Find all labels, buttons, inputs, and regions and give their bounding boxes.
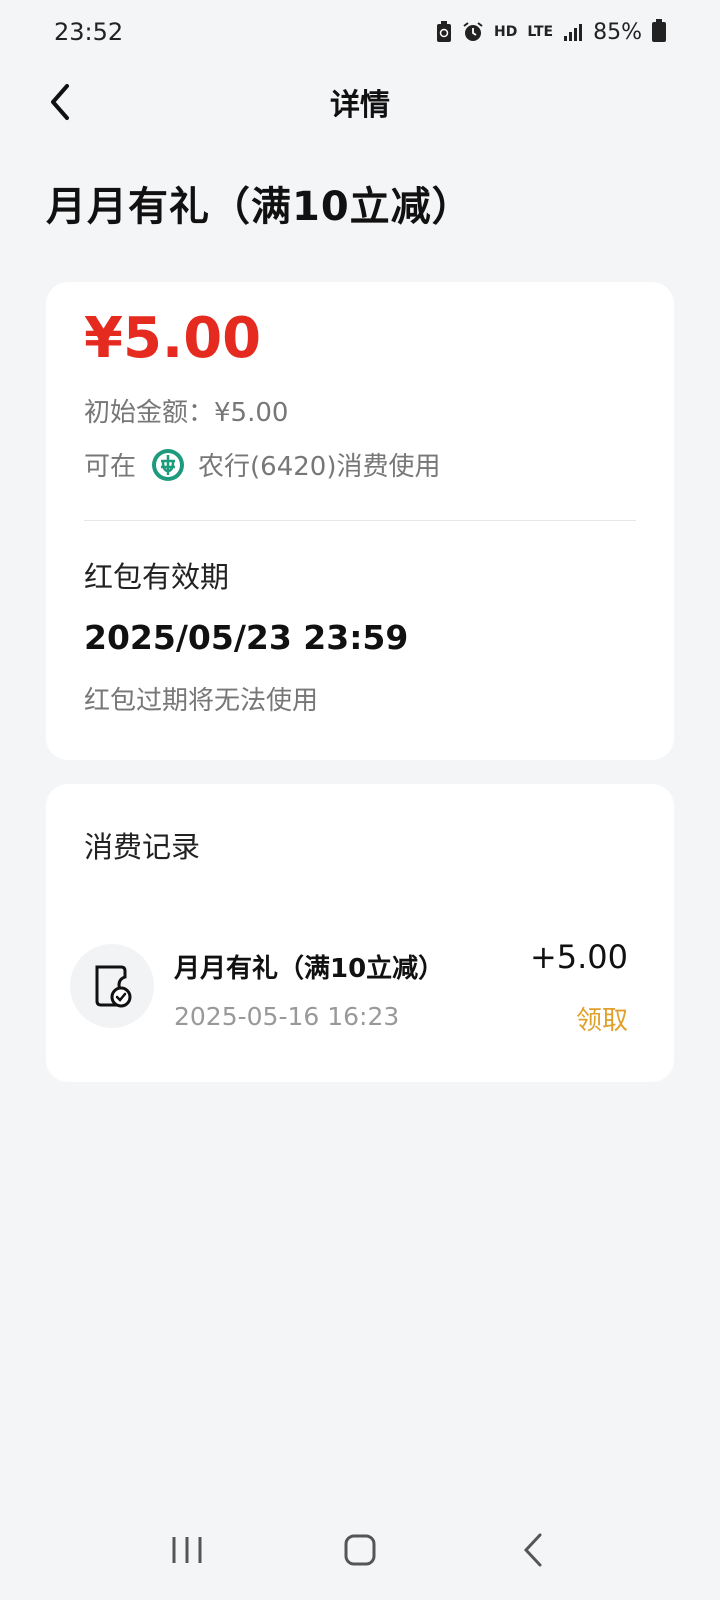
- abc-bank-logo-icon: [150, 447, 186, 483]
- signal-icon: [563, 22, 583, 42]
- home-button[interactable]: [330, 1520, 390, 1580]
- remaining-amount: ¥5.00: [84, 306, 262, 371]
- page-title: 月月有礼（满10立减）: [46, 184, 473, 230]
- status-bar: 23:52 HD LTE 85%: [0, 0, 720, 64]
- validity-note: 红包过期将无法使用: [84, 686, 319, 716]
- validity-date: 2025/05/23 23:59: [84, 618, 409, 657]
- summary-card: ¥5.00 初始金额：¥5.00 可在 农行(6420)消费使用 红包有效期 2…: [46, 282, 674, 760]
- recent-apps-button[interactable]: [157, 1520, 217, 1580]
- records-card: 消费记录 月月有礼（满10立减） 2025-05-16 16:23 +5.00 …: [46, 784, 674, 1082]
- record-amount: +5.00: [529, 938, 628, 976]
- system-back-button[interactable]: [503, 1520, 563, 1580]
- validity-label: 红包有效期: [84, 560, 230, 594]
- back-button[interactable]: [40, 82, 80, 122]
- header: 详情: [0, 70, 720, 134]
- recycle-battery-icon: [436, 21, 452, 43]
- detail-screen: 23:52 HD LTE 85% 详情 月月有礼（满10立减） ¥5.00 初始…: [0, 0, 720, 1600]
- usable-bank: 农行(6420)消费使用: [198, 452, 441, 482]
- chevron-left-icon: [51, 84, 69, 120]
- record-time: 2025-05-16 16:23: [174, 1002, 400, 1031]
- hd-indicator: HD: [494, 24, 518, 40]
- record-status: 领取: [575, 1006, 628, 1036]
- records-title: 消费记录: [84, 830, 201, 864]
- coupon-check-icon: [70, 944, 154, 1028]
- home-icon: [344, 1534, 376, 1566]
- status-time: 23:52: [54, 18, 124, 46]
- battery-percent: 85%: [593, 19, 642, 45]
- system-nav-bar: [0, 1500, 720, 1600]
- header-title: 详情: [330, 88, 390, 123]
- initial-amount: 初始金额：¥5.00: [84, 398, 289, 428]
- battery-icon: [652, 19, 666, 42]
- divider: [84, 520, 636, 521]
- usable-prefix: 可在: [84, 452, 137, 482]
- usable-bank-row: 可在 农行(6420)消费使用: [84, 446, 440, 483]
- alarm-icon: [462, 21, 484, 43]
- recent-apps-icon: [172, 1537, 202, 1563]
- status-icons: HD LTE 85%: [436, 19, 666, 45]
- record-item[interactable]: 月月有礼（满10立减） 2025-05-16 16:23 +5.00 领取: [70, 934, 628, 1036]
- back-arrow-icon: [524, 1533, 542, 1567]
- lte-indicator: LTE: [527, 24, 554, 40]
- record-name: 月月有礼（满10立减）: [174, 954, 445, 984]
